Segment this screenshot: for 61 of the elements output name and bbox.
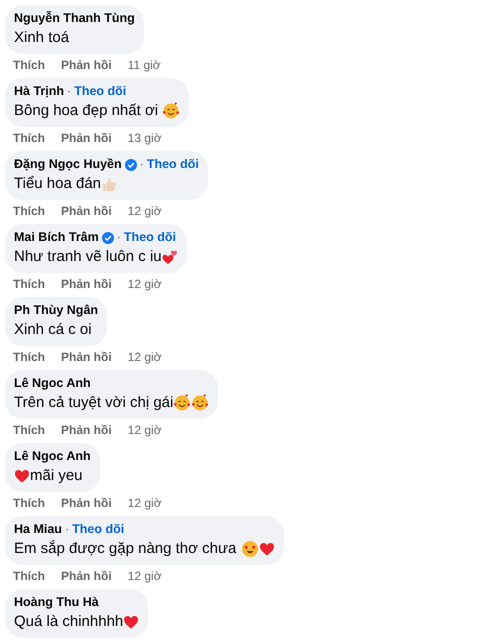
comment-action-link[interactable]: Phản hồi — [61, 348, 112, 366]
timestamp: 12 giờ — [128, 494, 162, 512]
timestamp: 12 giờ — [128, 202, 162, 220]
comment-action-link[interactable]: Thích — [13, 566, 45, 584]
comment-action-link[interactable]: Phản hồi — [61, 202, 112, 220]
comment-action-link[interactable]: Phản hồi — [61, 566, 112, 584]
comment-action-link[interactable]: Phản hồi — [61, 494, 112, 512]
author-name[interactable]: Hoàng Thu Hà — [14, 595, 99, 610]
follow-link[interactable]: Theo dõi — [72, 522, 124, 537]
author-name[interactable]: Hà Trịnh — [14, 84, 64, 99]
author-name[interactable]: Lê Ngoc Anh — [14, 449, 91, 464]
timestamp: 12 giờ — [128, 276, 162, 292]
thumbs-up-icon — [101, 176, 118, 192]
comment-action-link[interactable]: Phản hồi — [61, 420, 112, 438]
timestamp: 12 giờ — [128, 348, 162, 366]
timestamp: 11 giờ — [128, 56, 161, 74]
heart-eyes-icon — [240, 540, 259, 558]
author-name[interactable]: Mai Bích Trâm — [14, 230, 99, 245]
comment-action-link[interactable]: Phản hồi — [61, 274, 112, 292]
comment-text: Trên cả tuyệt vời chị gái — [14, 393, 174, 413]
comment-action-link[interactable]: Thích — [13, 348, 45, 366]
timestamp: 13 giờ — [128, 130, 162, 146]
separator-dot: · — [67, 84, 72, 99]
comment-text: Xinh cá c oi — [14, 320, 92, 340]
comment-text: Quá là chinhhhh — [14, 612, 124, 632]
separator-dot: · — [140, 157, 144, 172]
heart-icon — [123, 614, 140, 630]
comment-action-link[interactable]: Thích — [13, 128, 45, 146]
comment-text: Em sắp được gặp nàng thơ chưa — [14, 539, 238, 559]
verified-badge-icon — [102, 232, 114, 244]
comment-text: mãi yeu — [30, 466, 83, 486]
verified-badge-icon — [124, 158, 137, 170]
separator-dot: · — [64, 522, 70, 537]
comment-action-link[interactable]: Thích — [13, 420, 45, 438]
comment-text: Tiểu hoa đán — [14, 174, 102, 194]
comment-text: Bông hoa đẹp nhất ơi — [14, 101, 160, 121]
follow-link[interactable]: Theo dõi — [74, 84, 126, 99]
comment-action-link[interactable]: Thích — [13, 56, 45, 74]
comment-action-link[interactable]: Thích — [13, 274, 45, 292]
smiling-face-icon — [162, 102, 180, 120]
comment-text: Như tranh vẽ luôn c iu — [14, 247, 162, 267]
smiling-face-icon — [173, 394, 192, 412]
follow-link[interactable]: Theo dõi — [124, 230, 176, 245]
follow-link[interactable]: Theo dõi — [146, 157, 199, 172]
author-name[interactable]: Nguyễn Thanh Tùng — [14, 11, 135, 26]
comment-action-link[interactable]: Phản hồi — [61, 56, 112, 74]
author-name[interactable]: Ha Miau — [14, 522, 62, 537]
author-name[interactable]: Ph Thùy Ngân — [14, 303, 98, 318]
comment-text: Xinh toá — [14, 28, 70, 48]
heart-icon — [258, 541, 275, 557]
timestamp: 12 giờ — [128, 568, 162, 584]
comment-action-link[interactable]: Thích — [13, 494, 45, 512]
comment-action-link[interactable]: Phản hồi — [61, 128, 112, 146]
timestamp: 12 giờ — [128, 422, 162, 438]
comment-action-link[interactable]: Thích — [13, 202, 45, 220]
heart-icon — [14, 468, 30, 484]
author-name[interactable]: Đặng Ngọc Huyền — [14, 157, 122, 172]
hearts-icon — [162, 249, 178, 265]
separator-dot: · — [116, 230, 121, 245]
author-name[interactable]: Lê Ngoc Anh — [14, 376, 91, 391]
smiling-face-icon — [191, 394, 210, 412]
